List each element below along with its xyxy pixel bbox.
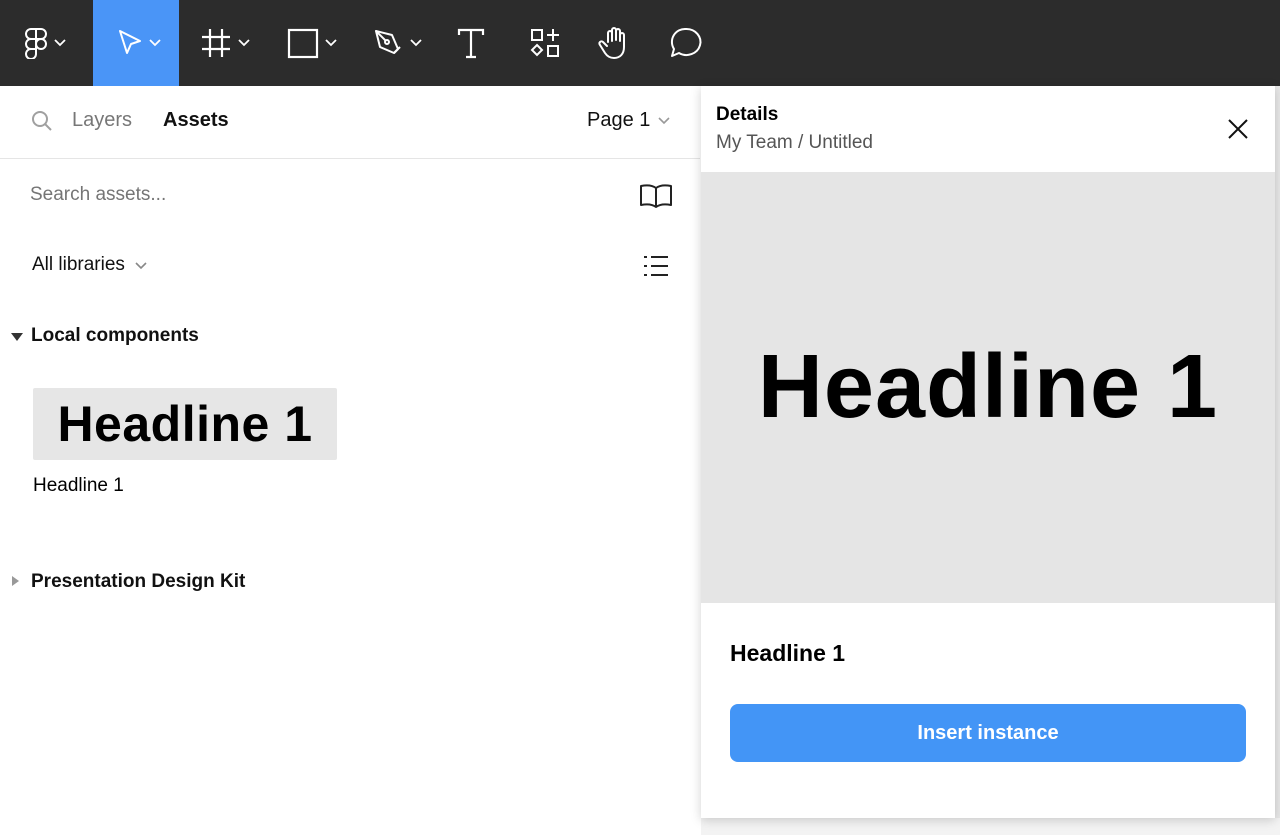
library-filter-dropdown[interactable]: All libraries [32,254,147,276]
library-book-icon[interactable] [639,183,673,214]
comment-tool-button[interactable] [669,0,705,86]
canvas-edge [1275,86,1280,835]
library-filter-label: All libraries [32,254,125,275]
details-panel: Details My Team / Untitled Headline 1 He… [701,86,1275,818]
shape-tool-button[interactable] [287,0,347,86]
chevron-down-icon [149,39,161,47]
breadcrumb: My Team / Untitled [716,132,873,153]
details-title: Details [716,104,779,125]
canvas-bottom-strip [701,818,1280,835]
cursor-arrow-icon [117,29,143,57]
chevron-down-icon [135,254,147,276]
main-menu-button[interactable] [14,0,84,86]
chevron-down-icon [238,39,250,47]
hand-icon [598,25,632,61]
page-selector[interactable]: Page 1 [587,109,670,132]
pen-nib-icon [372,27,404,59]
search-assets-input[interactable] [30,181,590,209]
resources-tool-button[interactable] [529,0,563,86]
chevron-down-icon [410,39,422,47]
triangle-right-icon [12,576,19,586]
preview-text: Headline 1 [757,337,1219,437]
pen-tool-button[interactable] [372,0,432,86]
component-label[interactable]: Headline 1 [33,475,124,497]
component-thumbnail[interactable]: Headline 1 [33,388,337,460]
text-t-icon [456,27,486,59]
component-name: Headline 1 [730,640,846,666]
move-tool-button[interactable] [93,0,179,86]
section-title: Local components [31,325,199,346]
list-view-icon[interactable] [643,254,669,283]
chevron-down-icon [54,39,66,47]
hand-tool-button[interactable] [598,0,634,86]
triangle-down-icon [11,333,23,341]
frame-hash-icon [200,27,232,59]
component-preview: Headline 1 [701,172,1275,603]
page-selector-label: Page 1 [587,109,651,131]
tab-assets[interactable]: Assets [163,109,229,132]
panel-tab-bar: Layers Assets Page 1 [0,86,700,159]
components-shapes-icon [529,27,561,59]
close-button[interactable] [1223,114,1253,144]
rectangle-icon [287,27,319,59]
close-icon [1223,119,1253,148]
insert-instance-button[interactable]: Insert instance [730,704,1246,762]
top-toolbar [0,0,1280,86]
speech-bubble-icon [669,26,703,60]
component-preview-text: Headline 1 [57,396,313,452]
text-tool-button[interactable] [456,0,490,86]
section-title: Presentation Design Kit [31,571,246,592]
tab-layers[interactable]: Layers [72,109,132,132]
left-sidebar: Layers Assets Page 1 All libraries Local… [0,86,700,835]
search-icon[interactable] [31,110,53,137]
figma-logo-icon [24,27,48,59]
chevron-down-icon [658,112,670,130]
chevron-down-icon [325,39,337,47]
frame-tool-button[interactable] [200,0,260,86]
